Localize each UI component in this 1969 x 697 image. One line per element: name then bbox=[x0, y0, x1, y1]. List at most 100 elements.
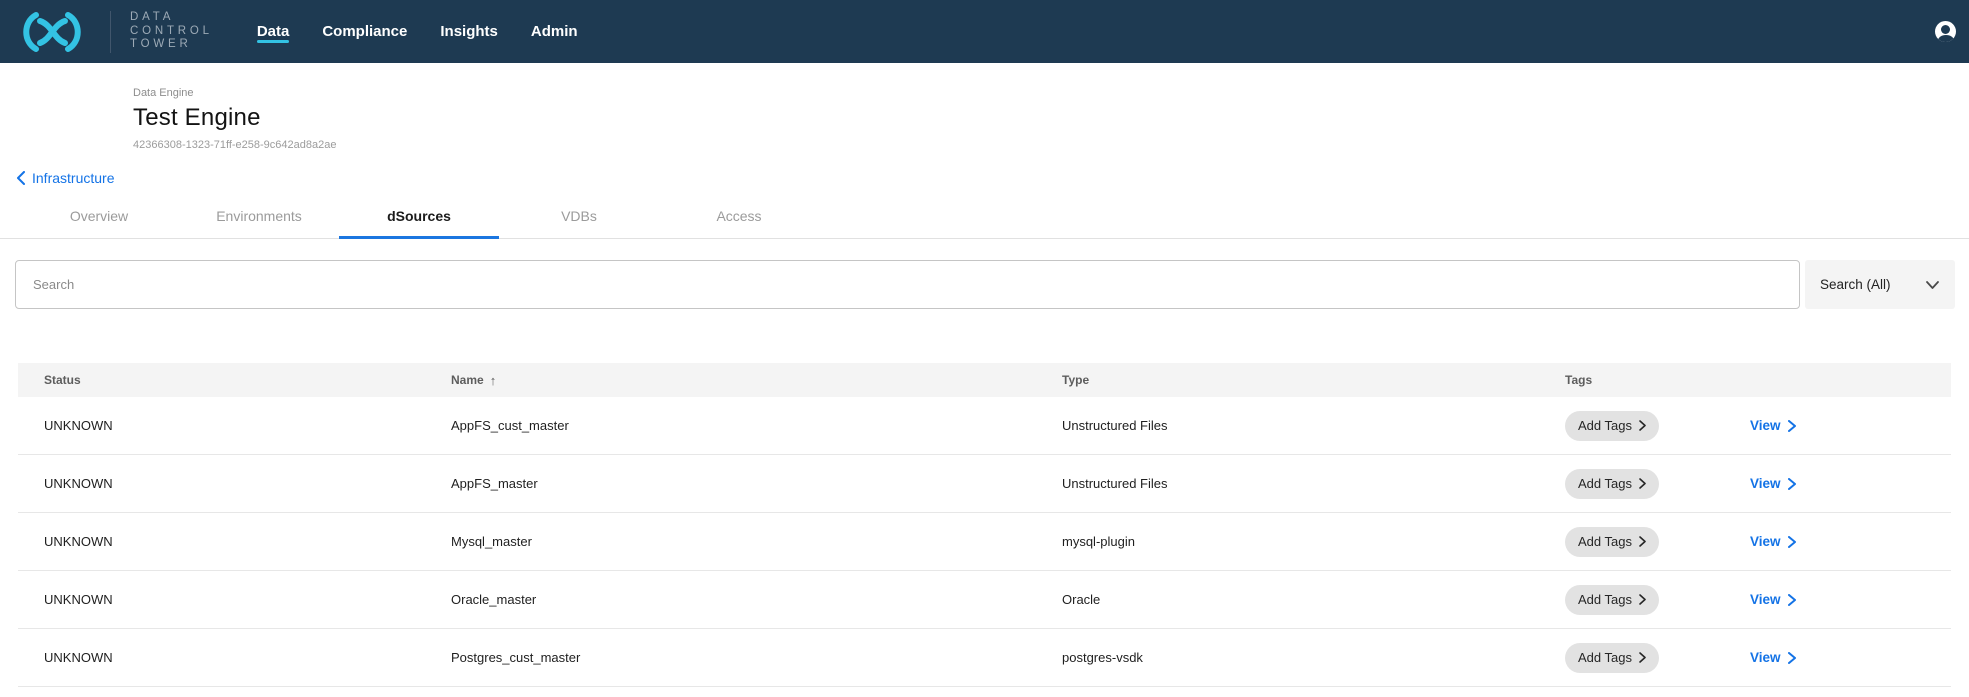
avatar-head-shape bbox=[1941, 25, 1950, 34]
column-header-status[interactable]: Status bbox=[18, 373, 451, 387]
logo-word-line: DATA bbox=[130, 11, 213, 25]
status-value: UNKNOWN bbox=[44, 476, 113, 491]
type-cell: Unstructured Files bbox=[1062, 476, 1565, 491]
main-nav: Data Compliance Insights Admin bbox=[257, 0, 578, 63]
dsource-name: AppFS_master bbox=[451, 476, 538, 491]
search-row: Search (All) bbox=[15, 260, 1955, 309]
page-header-section: Infrastructure Data Engine Test Engine 4… bbox=[0, 63, 1969, 195]
type-cell: Unstructured Files bbox=[1062, 418, 1565, 433]
logo-divider bbox=[110, 11, 111, 53]
dsource-name: AppFS_cust_master bbox=[451, 418, 569, 433]
column-header-tags[interactable]: Tags bbox=[1565, 373, 1750, 387]
add-tags-button[interactable]: Add Tags bbox=[1565, 469, 1659, 499]
dsource-type: Unstructured Files bbox=[1062, 418, 1167, 433]
status-value: UNKNOWN bbox=[44, 534, 113, 549]
dsource-name: Oracle_master bbox=[451, 592, 536, 607]
view-link[interactable]: View bbox=[1750, 534, 1796, 549]
dsource-type: mysql-plugin bbox=[1062, 534, 1135, 549]
status-cell: UNKNOWN bbox=[18, 476, 451, 491]
view-label: View bbox=[1750, 650, 1781, 665]
actions-cell: View bbox=[1750, 534, 1951, 549]
app-logo: DATA CONTROL TOWER bbox=[14, 11, 213, 53]
account-circle-icon[interactable] bbox=[1935, 21, 1956, 42]
logo-word-line: CONTROL bbox=[130, 25, 213, 39]
tab-access[interactable]: Access bbox=[659, 195, 819, 238]
nav-item-compliance[interactable]: Compliance bbox=[322, 0, 407, 63]
add-tags-label: Add Tags bbox=[1578, 650, 1632, 665]
actions-cell: View bbox=[1750, 476, 1951, 491]
name-cell: AppFS_cust_master bbox=[451, 418, 1062, 433]
tags-cell: Add Tags bbox=[1565, 411, 1750, 441]
tags-cell: Add Tags bbox=[1565, 469, 1750, 499]
add-tags-button[interactable]: Add Tags bbox=[1565, 643, 1659, 673]
table-row: UNKNOWN AppFS_cust_master Unstructured F… bbox=[18, 397, 1951, 455]
view-link[interactable]: View bbox=[1750, 476, 1796, 491]
title-block: Data Engine Test Engine 42366308-1323-71… bbox=[0, 63, 1969, 151]
chevron-down-icon bbox=[1926, 281, 1939, 289]
column-header-label: Name bbox=[451, 373, 484, 387]
name-cell: AppFS_master bbox=[451, 476, 1062, 491]
engine-uuid: 42366308-1323-71ff-e258-9c642ad8a2ae bbox=[133, 139, 1969, 151]
view-link[interactable]: View bbox=[1750, 592, 1796, 607]
status-value: UNKNOWN bbox=[44, 650, 113, 665]
chevron-right-icon bbox=[1639, 420, 1646, 431]
tags-cell: Add Tags bbox=[1565, 643, 1750, 673]
column-header-type[interactable]: Type bbox=[1062, 373, 1565, 387]
actions-cell: View bbox=[1750, 418, 1951, 433]
chevron-right-icon bbox=[1639, 652, 1646, 663]
tags-cell: Add Tags bbox=[1565, 527, 1750, 557]
view-label: View bbox=[1750, 476, 1781, 491]
table-body: UNKNOWN AppFS_cust_master Unstructured F… bbox=[18, 397, 1951, 687]
chevron-right-icon bbox=[1788, 420, 1796, 432]
page-eyebrow: Data Engine bbox=[133, 87, 1969, 99]
breadcrumb-back-link[interactable]: Infrastructure bbox=[16, 170, 114, 186]
search-input[interactable] bbox=[15, 260, 1800, 309]
view-link[interactable]: View bbox=[1750, 650, 1796, 665]
column-header-name[interactable]: Name ↑ bbox=[451, 373, 1062, 388]
nav-item-admin[interactable]: Admin bbox=[531, 0, 578, 63]
dsource-type: Oracle bbox=[1062, 592, 1100, 607]
sort-ascending-icon: ↑ bbox=[490, 373, 497, 388]
table-row: UNKNOWN Oracle_master Oracle Add Tags Vi… bbox=[18, 571, 1951, 629]
chevron-right-icon bbox=[1788, 536, 1796, 548]
chevron-left-icon bbox=[16, 171, 25, 185]
name-cell: Postgres_cust_master bbox=[451, 650, 1062, 665]
status-value: UNKNOWN bbox=[44, 592, 113, 607]
actions-cell: View bbox=[1750, 650, 1951, 665]
add-tags-button[interactable]: Add Tags bbox=[1565, 527, 1659, 557]
column-header-label: Status bbox=[44, 373, 81, 387]
name-cell: Mysql_master bbox=[451, 534, 1062, 549]
type-cell: mysql-plugin bbox=[1062, 534, 1565, 549]
type-cell: Oracle bbox=[1062, 592, 1565, 607]
avatar-body-shape bbox=[1938, 35, 1954, 42]
column-header-label: Tags bbox=[1565, 373, 1592, 387]
view-link[interactable]: View bbox=[1750, 418, 1796, 433]
table-row: UNKNOWN Mysql_master mysql-plugin Add Ta… bbox=[18, 513, 1951, 571]
search-scope-label: Search (All) bbox=[1820, 277, 1891, 292]
page-title: Test Engine bbox=[133, 104, 1969, 132]
tab-bar: Overview Environments dSources VDBs Acce… bbox=[0, 195, 1969, 239]
tab-dsources[interactable]: dSources bbox=[339, 195, 499, 238]
chevron-right-icon bbox=[1788, 594, 1796, 606]
dsource-name: Mysql_master bbox=[451, 534, 532, 549]
add-tags-label: Add Tags bbox=[1578, 418, 1632, 433]
breadcrumb-back-label: Infrastructure bbox=[32, 170, 114, 186]
add-tags-button[interactable]: Add Tags bbox=[1565, 411, 1659, 441]
search-scope-dropdown[interactable]: Search (All) bbox=[1805, 260, 1955, 309]
tab-overview[interactable]: Overview bbox=[19, 195, 179, 238]
chevron-right-icon bbox=[1788, 478, 1796, 490]
column-header-label: Type bbox=[1062, 373, 1089, 387]
actions-cell: View bbox=[1750, 592, 1951, 607]
chevron-right-icon bbox=[1788, 652, 1796, 664]
table-row: UNKNOWN AppFS_master Unstructured Files … bbox=[18, 455, 1951, 513]
view-label: View bbox=[1750, 592, 1781, 607]
nav-item-insights[interactable]: Insights bbox=[440, 0, 498, 63]
dct-logo-mark-icon bbox=[14, 11, 90, 53]
add-tags-button[interactable]: Add Tags bbox=[1565, 585, 1659, 615]
add-tags-label: Add Tags bbox=[1578, 476, 1632, 491]
tab-environments[interactable]: Environments bbox=[179, 195, 339, 238]
tab-vdbs[interactable]: VDBs bbox=[499, 195, 659, 238]
nav-item-data[interactable]: Data bbox=[257, 0, 290, 63]
chevron-right-icon bbox=[1639, 478, 1646, 489]
tags-cell: Add Tags bbox=[1565, 585, 1750, 615]
